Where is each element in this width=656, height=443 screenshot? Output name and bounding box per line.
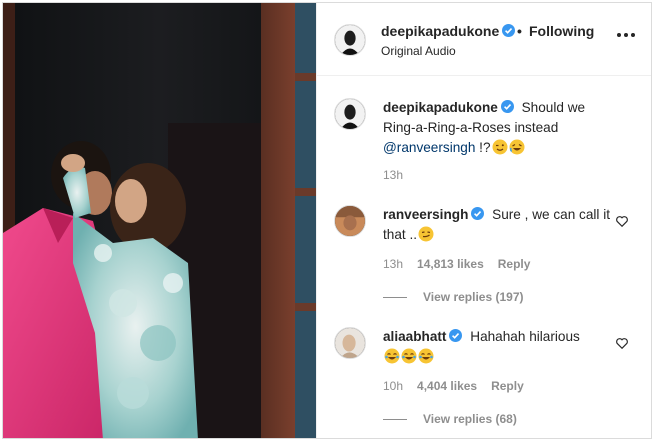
post-details-panel: deepikapadukone • Following Original Aud…	[316, 3, 651, 438]
comment-text: ranveersingh Sure , we can call it that …	[383, 205, 615, 245]
avatar[interactable]	[334, 327, 366, 359]
post-window: deepikapadukone • Following Original Aud…	[2, 2, 652, 439]
profile-photo-icon	[335, 25, 365, 55]
tears-of-joy-face-icon	[384, 348, 400, 364]
caption-username[interactable]: deepikapadukone	[383, 100, 514, 115]
header-username[interactable]: deepikapadukone	[381, 23, 516, 39]
winking-face-icon	[492, 139, 508, 155]
comment-username[interactable]: ranveersingh	[383, 207, 485, 222]
avatar[interactable]	[334, 205, 366, 237]
following-button[interactable]: Following	[529, 23, 594, 39]
comment-body: Hahahah hilarious	[470, 329, 580, 344]
caption-meta: 13h	[383, 168, 417, 182]
verified-badge-icon	[471, 207, 485, 220]
more-options-icon[interactable]	[616, 32, 636, 38]
avatar[interactable]	[334, 98, 366, 130]
verified-badge-icon	[500, 100, 514, 113]
post-header: deepikapadukone • Following Original Aud…	[317, 3, 651, 76]
comment-meta: 10h 4,404 likes Reply	[383, 379, 538, 393]
heart-icon[interactable]	[615, 336, 629, 350]
tears-of-joy-face-icon	[418, 348, 434, 364]
profile-photo-icon	[335, 99, 365, 129]
comment-time[interactable]: 13h	[383, 257, 403, 271]
caption-suffix: !?	[475, 140, 491, 155]
rolling-laughing-face-icon	[509, 139, 525, 155]
reply-button[interactable]: Reply	[498, 257, 531, 271]
comment-time[interactable]: 10h	[383, 379, 403, 393]
heart-icon[interactable]	[615, 214, 629, 228]
caption-text: deepikapadukone Should we Ring-a-Ring-a-…	[383, 98, 615, 158]
view-replies-button[interactable]: View replies (68)	[383, 412, 517, 426]
audio-label[interactable]: Original Audio	[381, 44, 456, 58]
caption-time[interactable]: 13h	[383, 168, 403, 182]
view-replies-button[interactable]: View replies (197)	[383, 290, 524, 304]
verified-badge-icon	[449, 329, 463, 342]
smirking-face-icon	[418, 226, 434, 242]
comment-text: aliaabhatt Hahahah hilarious	[383, 327, 615, 367]
comment-likes[interactable]: 4,404 likes	[417, 379, 477, 393]
comment-username[interactable]: aliaabhatt	[383, 329, 463, 344]
video-frame-illustration	[3, 3, 316, 438]
profile-photo-icon	[335, 328, 365, 358]
replies-divider	[383, 297, 407, 299]
avatar[interactable]	[334, 24, 366, 56]
mention-link[interactable]: @ranveersingh	[383, 140, 475, 155]
replies-divider	[383, 419, 407, 421]
tears-of-joy-face-icon	[401, 348, 417, 364]
comment-meta: 13h 14,813 likes Reply	[383, 257, 544, 271]
separator-dot: •	[517, 23, 522, 39]
comment-likes[interactable]: 14,813 likes	[417, 257, 484, 271]
post-video[interactable]	[3, 3, 316, 438]
verified-badge-icon	[502, 24, 516, 37]
profile-photo-icon	[335, 206, 365, 236]
reply-button[interactable]: Reply	[491, 379, 524, 393]
